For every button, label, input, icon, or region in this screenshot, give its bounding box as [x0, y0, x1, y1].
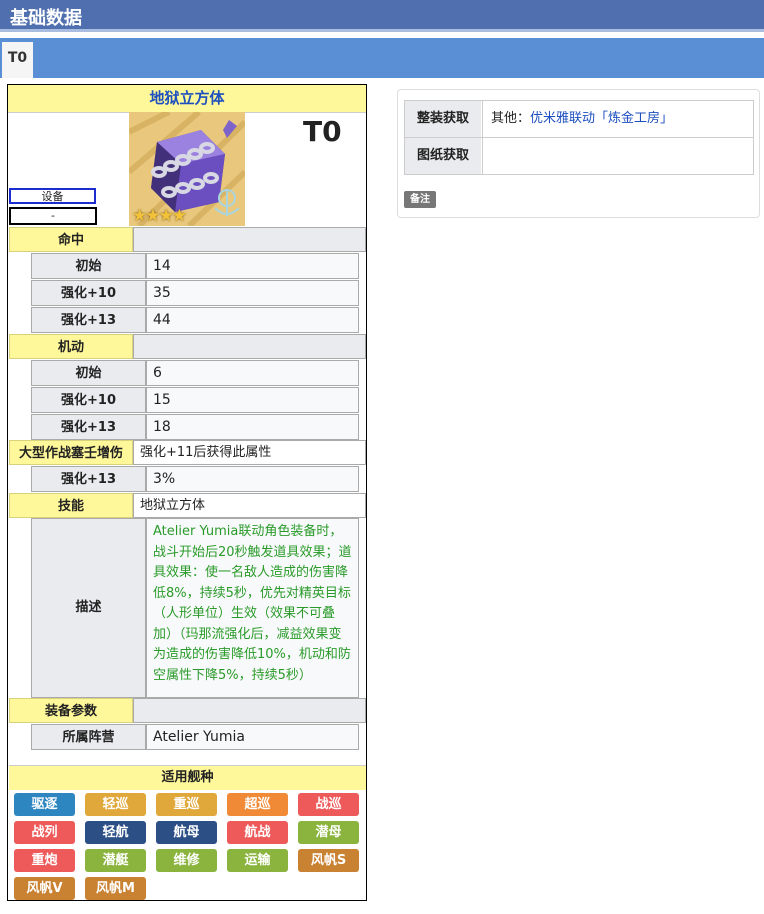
ship-type-badge[interactable]: 风帆V — [14, 877, 75, 900]
stat-row-label: 强化+13 — [31, 466, 146, 492]
section-header: 基础数据 — [0, 0, 764, 32]
ship-type-badge[interactable]: 驱逐 — [14, 793, 75, 816]
params-label: 装备参数 — [9, 698, 133, 723]
stat-row-value: 18 — [146, 414, 359, 440]
acquisition-row-blueprint: 图纸获取 — [405, 138, 753, 174]
stat-value — [133, 227, 366, 252]
tab-t0[interactable]: T0 — [2, 42, 33, 78]
stat-section-accuracy: 命中 — [9, 227, 366, 252]
acquisition-row-full: 整装获取 其他：优米雅联动「炼金工房」 — [405, 101, 753, 138]
acquisition-full-prefix: 其他： — [491, 111, 531, 126]
stat-row-value: 35 — [146, 280, 359, 306]
stat-row-label: 初始 — [31, 360, 146, 386]
star-icon: ★ — [145, 206, 160, 226]
ship-type-badge[interactable]: 潜艇 — [85, 849, 146, 872]
stat-row: 强化+10 35 — [31, 280, 359, 306]
equipment-faction: - — [9, 207, 97, 225]
param-row-value: Atelier Yumia — [146, 724, 359, 750]
stat-row-value: 15 — [146, 387, 359, 413]
ship-type-badge[interactable]: 潜母 — [298, 821, 359, 844]
stat-row-label: 强化+13 — [31, 307, 146, 333]
stat-row-label: 初始 — [31, 253, 146, 279]
param-row: 所属阵营 Atelier Yumia — [31, 724, 359, 750]
ship-type-badge[interactable]: 航战 — [227, 821, 288, 844]
note-badge: 备注 — [404, 191, 436, 208]
star-icon: ★ — [158, 206, 174, 226]
stat-row: 强化+13 44 — [31, 307, 359, 333]
ship-type-badge[interactable]: 航母 — [156, 821, 217, 844]
equipment-type: 设备 — [9, 188, 96, 204]
stat-section-siren-damage: 大型作战塞壬增伤 强化+11后获得此属性 — [9, 440, 366, 465]
ship-type-badge[interactable]: 运输 — [227, 849, 288, 872]
skill-desc-label: 描述 — [31, 518, 146, 698]
stat-row: 强化+13 18 — [31, 414, 359, 440]
params-section: 装备参数 — [9, 698, 366, 723]
ship-type-badge[interactable]: 风帆M — [85, 877, 146, 900]
stat-row-label: 强化+10 — [31, 387, 146, 413]
stat-name: 命中 — [9, 227, 133, 252]
tier-label: T0 — [303, 115, 342, 148]
stat-value: 强化+11后获得此属性 — [133, 440, 366, 465]
skill-name: 地狱立方体 — [133, 493, 366, 518]
tab-bar — [0, 38, 764, 78]
equipment-name: 地狱立方体 — [8, 85, 366, 113]
star-icon: ★ — [171, 206, 187, 226]
stat-row-value: 6 — [146, 360, 359, 386]
acquisition-full-value: 其他：优米雅联动「炼金工房」 — [482, 101, 752, 137]
stat-row: 强化+10 15 — [31, 387, 359, 413]
acquisition-full-label: 整装获取 — [405, 101, 481, 137]
skill-label: 技能 — [9, 493, 133, 518]
params-value — [133, 698, 366, 723]
ship-type-badge[interactable]: 战列 — [14, 821, 75, 844]
stat-row-label: 强化+13 — [31, 414, 146, 440]
ship-type-badge[interactable]: 战巡 — [298, 793, 359, 816]
acquisition-blueprint-label: 图纸获取 — [405, 138, 481, 174]
stat-row: 初始 14 — [31, 253, 359, 279]
acquisition-panel: 整装获取 其他：优米雅联动「炼金工房」 图纸获取 备注 — [397, 89, 760, 218]
stat-row-value: 3% — [146, 466, 359, 492]
stat-value — [133, 334, 366, 359]
stat-name: 大型作战塞壬增伤 — [9, 440, 133, 465]
stat-row-value: 14 — [146, 253, 359, 279]
stat-row: 初始 6 — [31, 360, 359, 386]
param-row-label: 所属阵营 — [31, 724, 146, 750]
acquisition-blueprint-value — [482, 138, 752, 174]
ship-type-badge[interactable]: 维修 — [156, 849, 217, 872]
skill-description: Atelier Yumia联动角色装备时，战斗开始后20秒触发道具效果；道具效果… — [146, 518, 359, 698]
equipment-image: ★★★★ — [129, 112, 245, 226]
ship-type-badge[interactable]: 超巡 — [227, 793, 288, 816]
ship-type-badge[interactable]: 轻航 — [85, 821, 146, 844]
rarity-stars: ★★★★ — [132, 206, 187, 226]
equipment-card: 地狱立方体 ★★★★ T0 设备 - 命中 初始 14 强化+10 35 强化+… — [7, 84, 367, 901]
stat-row: 强化+13 3% — [31, 466, 359, 492]
ship-type-badge[interactable]: 重炮 — [14, 849, 75, 872]
ship-type-badge[interactable]: 重巡 — [156, 793, 217, 816]
acquisition-event-link[interactable]: 优米雅联动「炼金工房」 — [530, 111, 673, 126]
stat-row-value: 44 — [146, 307, 359, 333]
acquisition-table: 整装获取 其他：优米雅联动「炼金工房」 图纸获取 — [404, 100, 754, 175]
stat-name: 机动 — [9, 334, 133, 359]
section-title: 基础数据 — [10, 8, 82, 29]
stat-row-label: 强化+10 — [31, 280, 146, 306]
ship-type-badge[interactable]: 轻巡 — [85, 793, 146, 816]
star-icon: ★ — [132, 206, 147, 226]
ship-types-title: 适用舰种 — [9, 765, 366, 790]
skill-section: 技能 地狱立方体 — [9, 493, 366, 518]
ship-type-badge[interactable]: 风帆S — [298, 849, 359, 872]
stat-section-evasion: 机动 — [9, 334, 366, 359]
